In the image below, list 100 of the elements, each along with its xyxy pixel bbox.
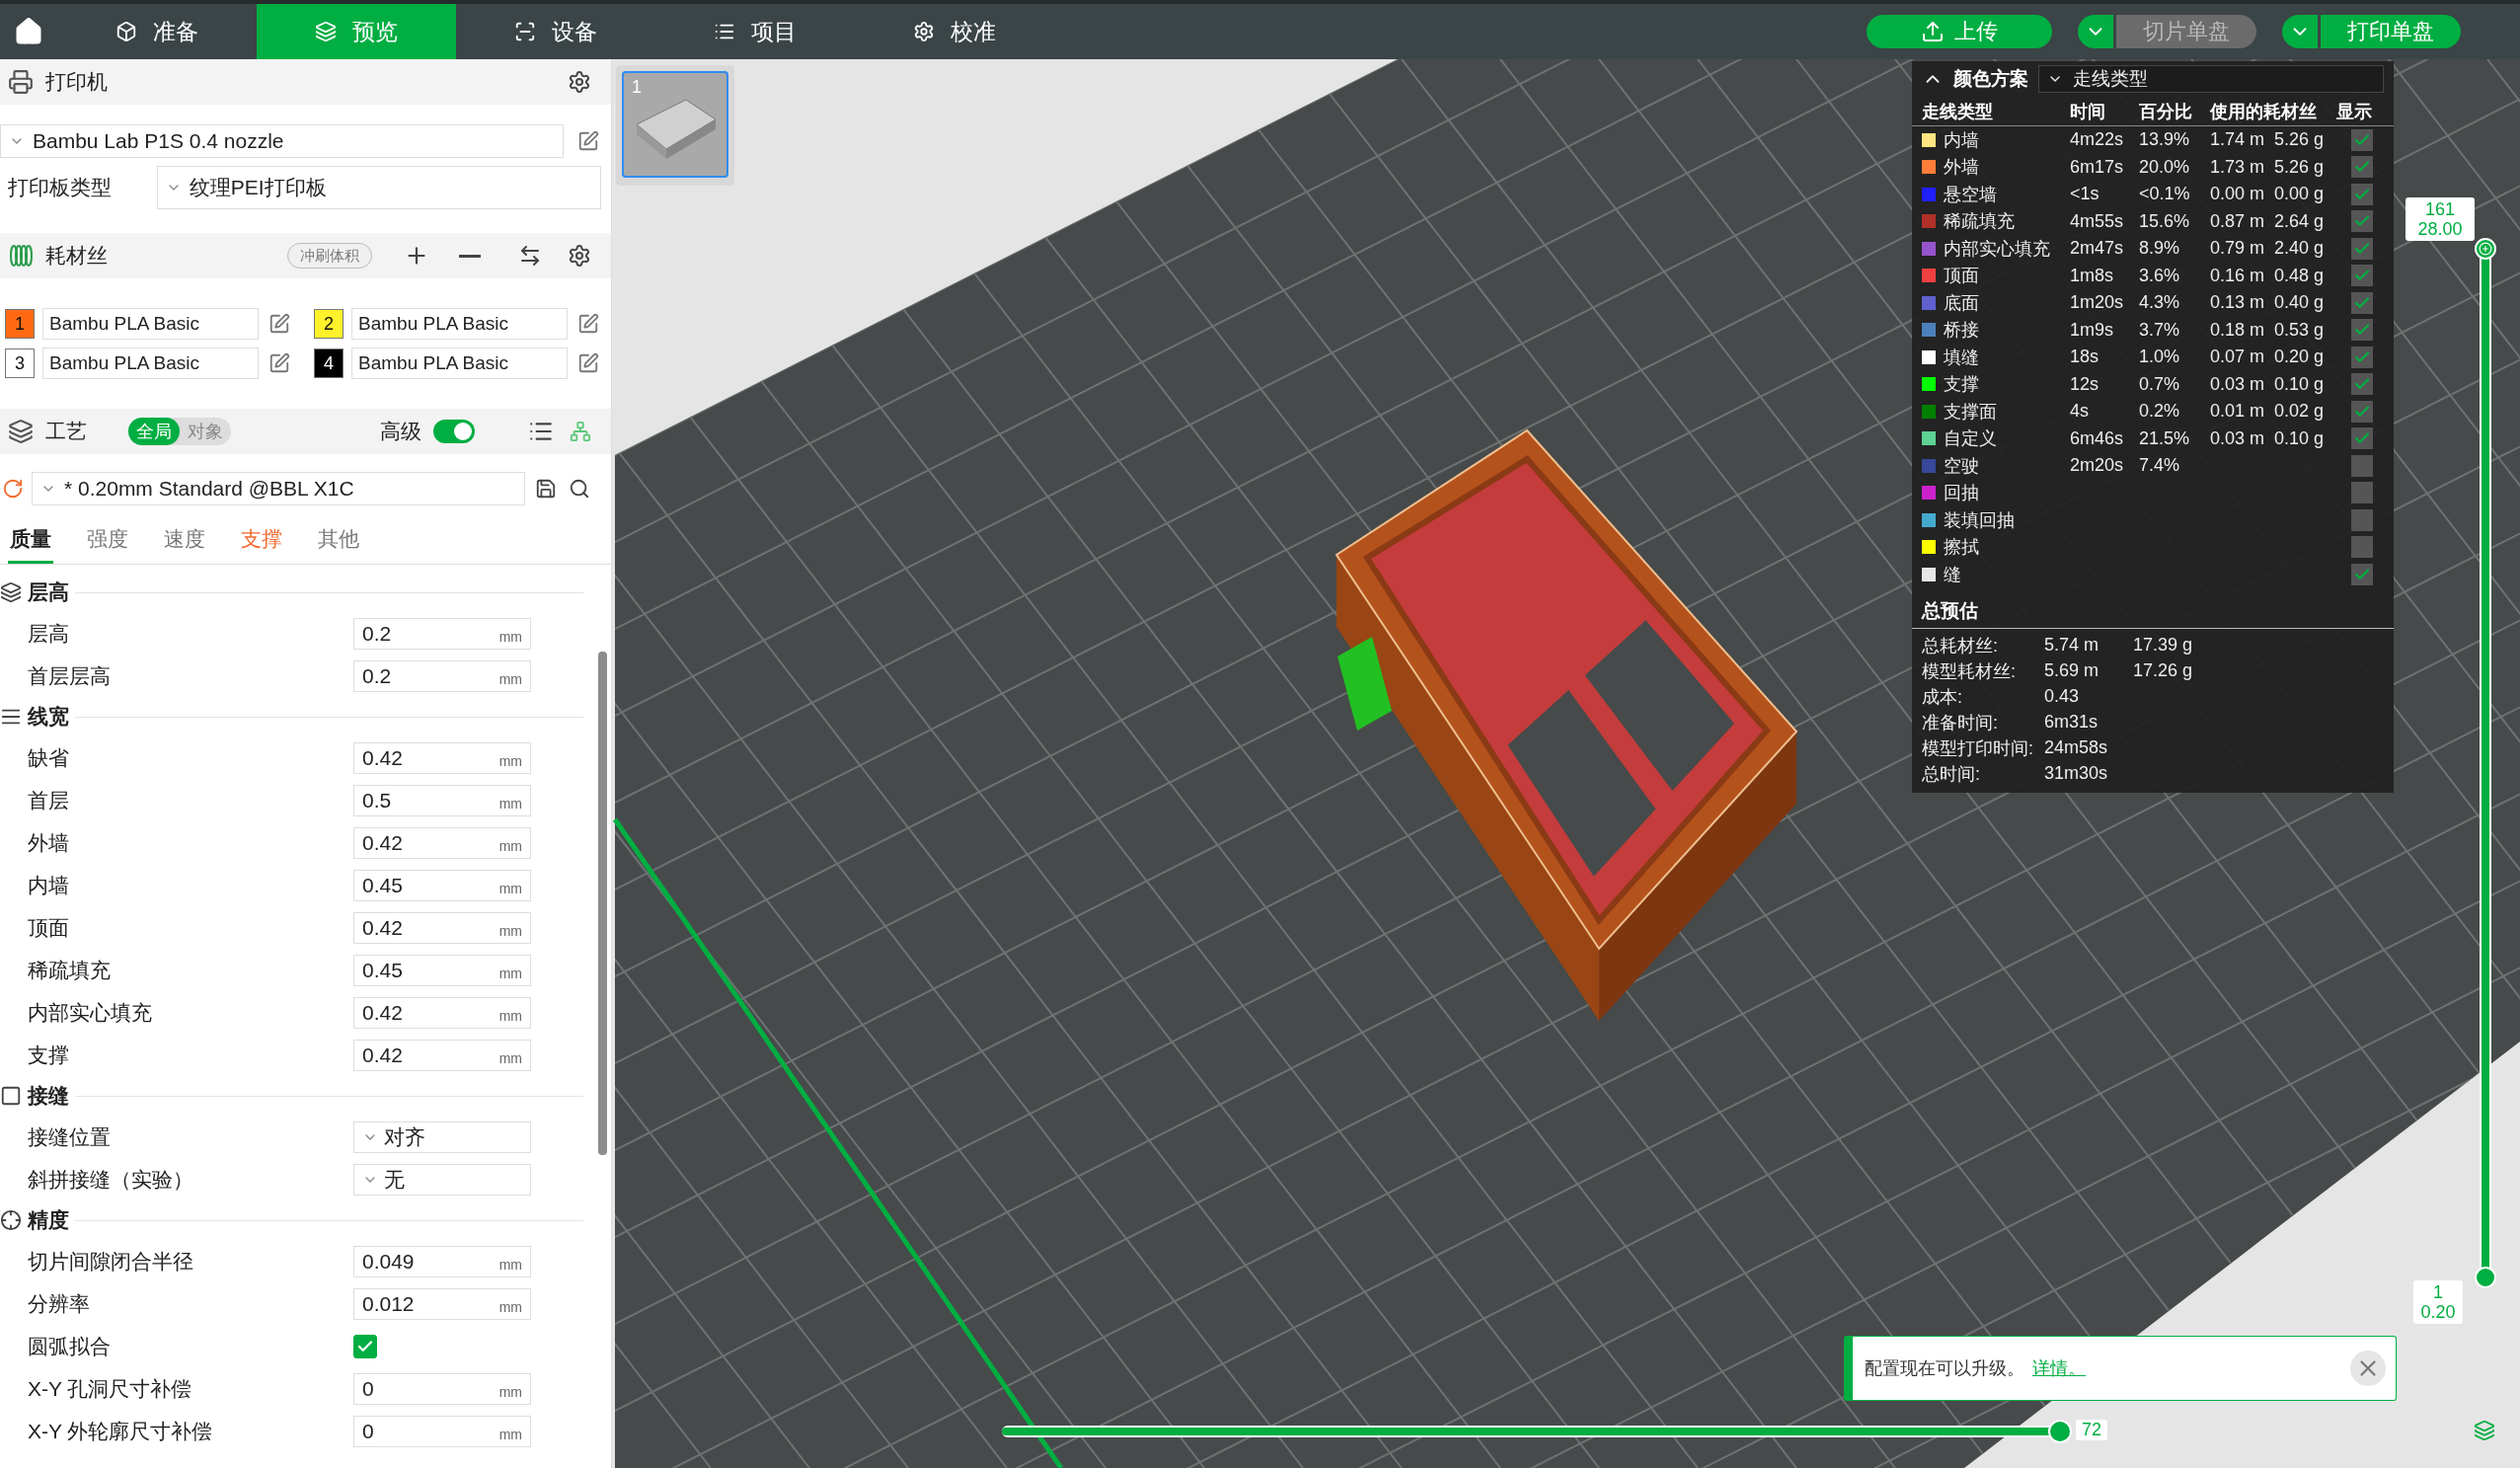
time-value: 4m22s	[2070, 129, 2124, 150]
number-field[interactable]: 0.42 mm	[353, 741, 531, 774]
number-field[interactable]: 0.42 mm	[353, 911, 531, 944]
number-field[interactable]: 0.42 mm	[353, 1039, 531, 1071]
nav-tab[interactable]: 校准	[855, 4, 1054, 59]
setting-label: 外墙	[28, 829, 70, 856]
plate-type-select[interactable]: 纹理PEI打印板	[156, 166, 601, 209]
weight-value: 2.40 g	[2274, 238, 2325, 260]
weight-value: 0.00 g	[2274, 184, 2325, 205]
number-field[interactable]: 0.5 mm	[353, 784, 531, 816]
percent-value: 1.0%	[2139, 347, 2180, 367]
square-icon	[0, 1085, 22, 1107]
nav-tab[interactable]: 准备	[57, 4, 257, 59]
slider-handle[interactable]	[2048, 1420, 2072, 1443]
search-icon	[569, 478, 590, 500]
weight-value: 5.26 g	[2274, 156, 2325, 178]
time-value: 1m8s	[2070, 265, 2113, 285]
weight-value: 0.10 g	[2274, 427, 2325, 449]
number-field[interactable]: 0.2 mm	[353, 659, 531, 692]
settings-tab[interactable]: 速度	[162, 525, 207, 564]
length-value: 1.74 m	[2210, 129, 2265, 151]
nodes-button[interactable]	[568, 419, 593, 444]
number-field[interactable]: 0.45 mm	[353, 869, 531, 901]
edit-icon	[577, 313, 599, 335]
dropdown-button[interactable]	[2282, 15, 2318, 48]
summary-title: 总预估	[1912, 587, 2394, 629]
filament-select[interactable]: Bambu PLA Basic	[42, 308, 259, 340]
close-button[interactable]	[2350, 1351, 2386, 1386]
show-checkbox[interactable]	[2351, 237, 2373, 260]
show-checkbox[interactable]	[2351, 427, 2373, 450]
number-field[interactable]: 0.049 mm	[353, 1245, 531, 1277]
line-type: 内部实心填充	[1944, 237, 2050, 261]
nav-tab[interactable]: 项目	[655, 4, 855, 59]
length-value: 1.73 m	[2210, 156, 2265, 178]
number-field[interactable]: 0 mm	[353, 1372, 531, 1405]
layers-icon	[0, 581, 22, 603]
column-header: 走线类型	[1922, 100, 1994, 123]
show-checkbox[interactable]	[2351, 183, 2373, 205]
show-checkbox[interactable]	[2351, 482, 2373, 504]
line-type: 外墙	[1944, 156, 1979, 180]
dropdown-button[interactable]	[2078, 15, 2113, 48]
edit-icon	[268, 352, 290, 374]
weight-value: 2.64 g	[2274, 210, 2325, 232]
notification-text: 配置现在可以升级。	[1865, 1357, 2024, 1380]
section-title: 工艺	[45, 419, 87, 444]
show-checkbox[interactable]	[2351, 508, 2373, 531]
minus-icon	[459, 254, 481, 258]
show-checkbox[interactable]	[2351, 265, 2373, 287]
flush-volume-button[interactable]: 冲刷体积	[287, 243, 372, 269]
slider-handle[interactable]	[2475, 1267, 2496, 1288]
filament-number: 1	[5, 309, 35, 339]
show-checkbox[interactable]	[2351, 346, 2373, 368]
setting-label: 圆弧拟合	[28, 1333, 112, 1359]
show-checkbox[interactable]	[2351, 291, 2373, 314]
time-value: 1m20s	[2070, 292, 2124, 313]
checkbox[interactable]	[353, 1334, 377, 1358]
select-field[interactable]: 无	[353, 1163, 531, 1196]
show-checkbox[interactable]	[2351, 563, 2373, 585]
show-checkbox[interactable]	[2351, 319, 2373, 342]
show-checkbox[interactable]	[2351, 536, 2373, 559]
number-field[interactable]: 0 mm	[353, 1415, 531, 1447]
show-checkbox[interactable]	[2351, 210, 2373, 233]
length-value: 0.79 m	[2210, 238, 2265, 260]
scrollbar[interactable]	[598, 652, 607, 1155]
printer-select[interactable]: Bambu Lab P1S 0.4 nozzle	[0, 124, 564, 158]
time-value: 4m55s	[2070, 210, 2124, 231]
setting-label: 切片间隙闭合半径	[28, 1248, 194, 1275]
percent-value: <0.1%	[2139, 184, 2190, 204]
show-checkbox[interactable]	[2351, 400, 2373, 423]
number-field[interactable]: 0.45 mm	[353, 954, 531, 986]
advanced-switch[interactable]	[433, 420, 475, 443]
settings-tab[interactable]: 强度	[85, 525, 130, 564]
scheme-select[interactable]: 走线类型	[2038, 65, 2384, 93]
length-value: 0.18 m	[2210, 319, 2265, 341]
show-checkbox[interactable]	[2351, 373, 2373, 396]
line-type: 空驶	[1944, 454, 1979, 478]
select-field[interactable]: 对齐	[353, 1120, 531, 1153]
settings-tab[interactable]: 质量	[8, 525, 53, 564]
number-field[interactable]: 0.2 mm	[353, 617, 531, 650]
show-checkbox[interactable]	[2351, 128, 2373, 151]
move-label: 72	[2076, 1420, 2108, 1440]
layer-slider[interactable]	[2474, 238, 2497, 1288]
save-icon	[535, 478, 557, 500]
weight-value: 0.10 g	[2274, 373, 2325, 395]
filament-select[interactable]: Bambu PLA Basic	[42, 348, 259, 379]
setting-label: 顶面	[28, 914, 70, 941]
filament-select[interactable]: Bambu PLA Basic	[351, 348, 568, 379]
preset-select[interactable]: * 0.20mm Standard @BBL X1C	[32, 472, 525, 505]
number-field[interactable]: 0.42 mm	[353, 996, 531, 1029]
settings-tab[interactable]: 其他	[316, 525, 361, 564]
line-type: 支撑	[1944, 373, 1979, 397]
setting-label: 首层	[28, 787, 70, 813]
nav-tab[interactable]: 设备	[456, 4, 655, 59]
filament-select[interactable]: Bambu PLA Basic	[351, 308, 568, 340]
number-field[interactable]: 0.012 mm	[353, 1287, 531, 1320]
show-checkbox[interactable]	[2351, 454, 2373, 477]
percent-value: 20.0%	[2139, 156, 2190, 177]
line-type: 顶面	[1944, 265, 1979, 288]
show-checkbox[interactable]	[2351, 156, 2373, 179]
number-field[interactable]: 0.42 mm	[353, 826, 531, 859]
